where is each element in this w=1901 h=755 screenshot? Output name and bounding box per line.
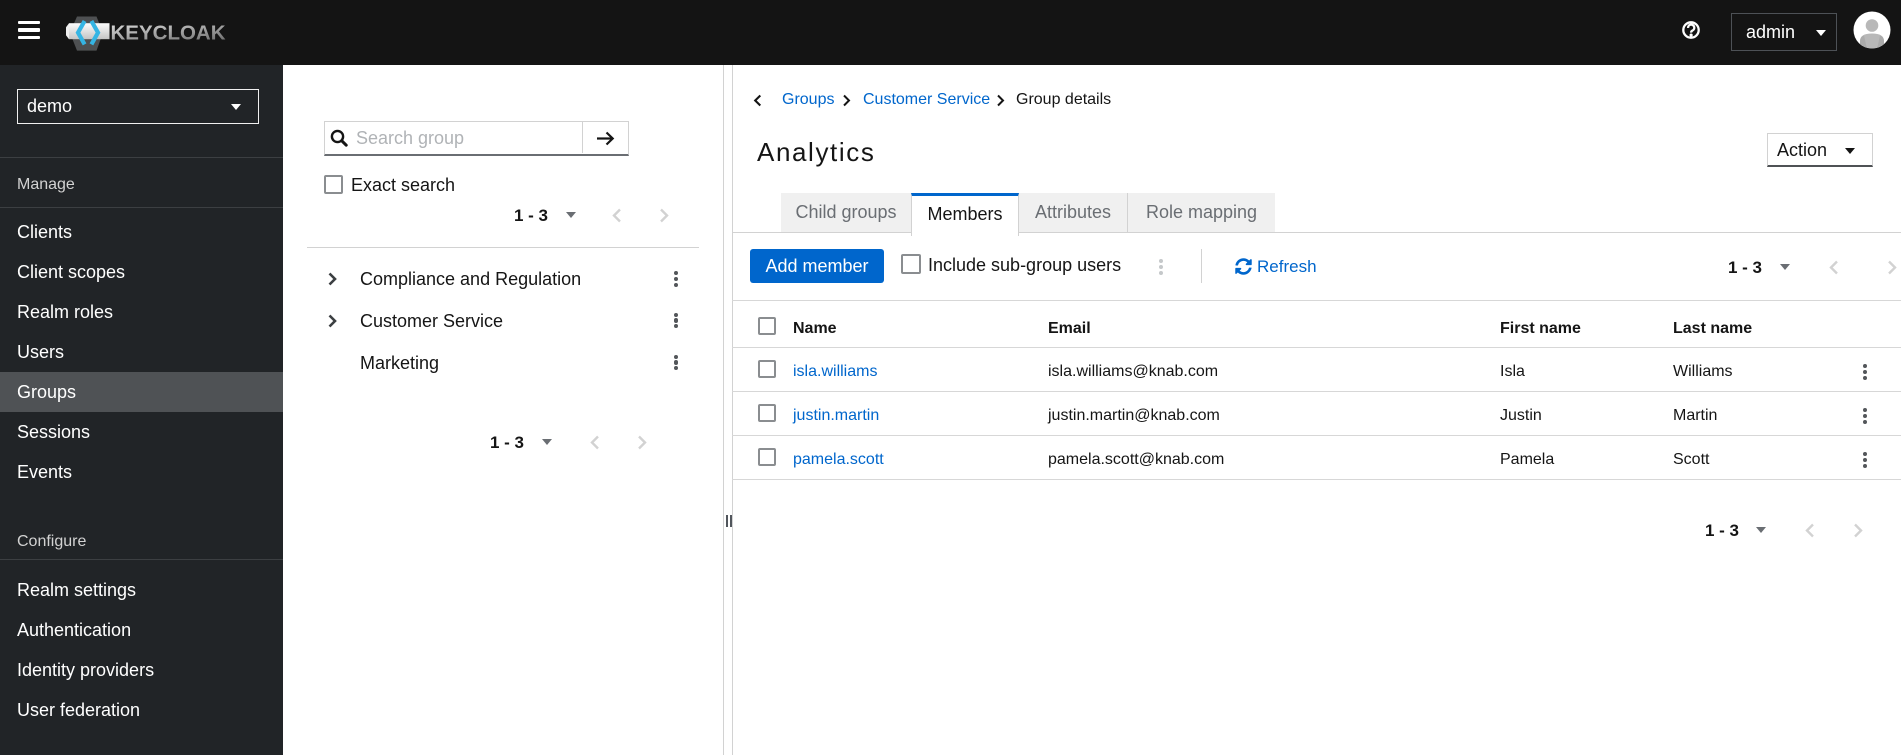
svg-text:KEYCLOAK: KEYCLOAK [111,22,226,45]
